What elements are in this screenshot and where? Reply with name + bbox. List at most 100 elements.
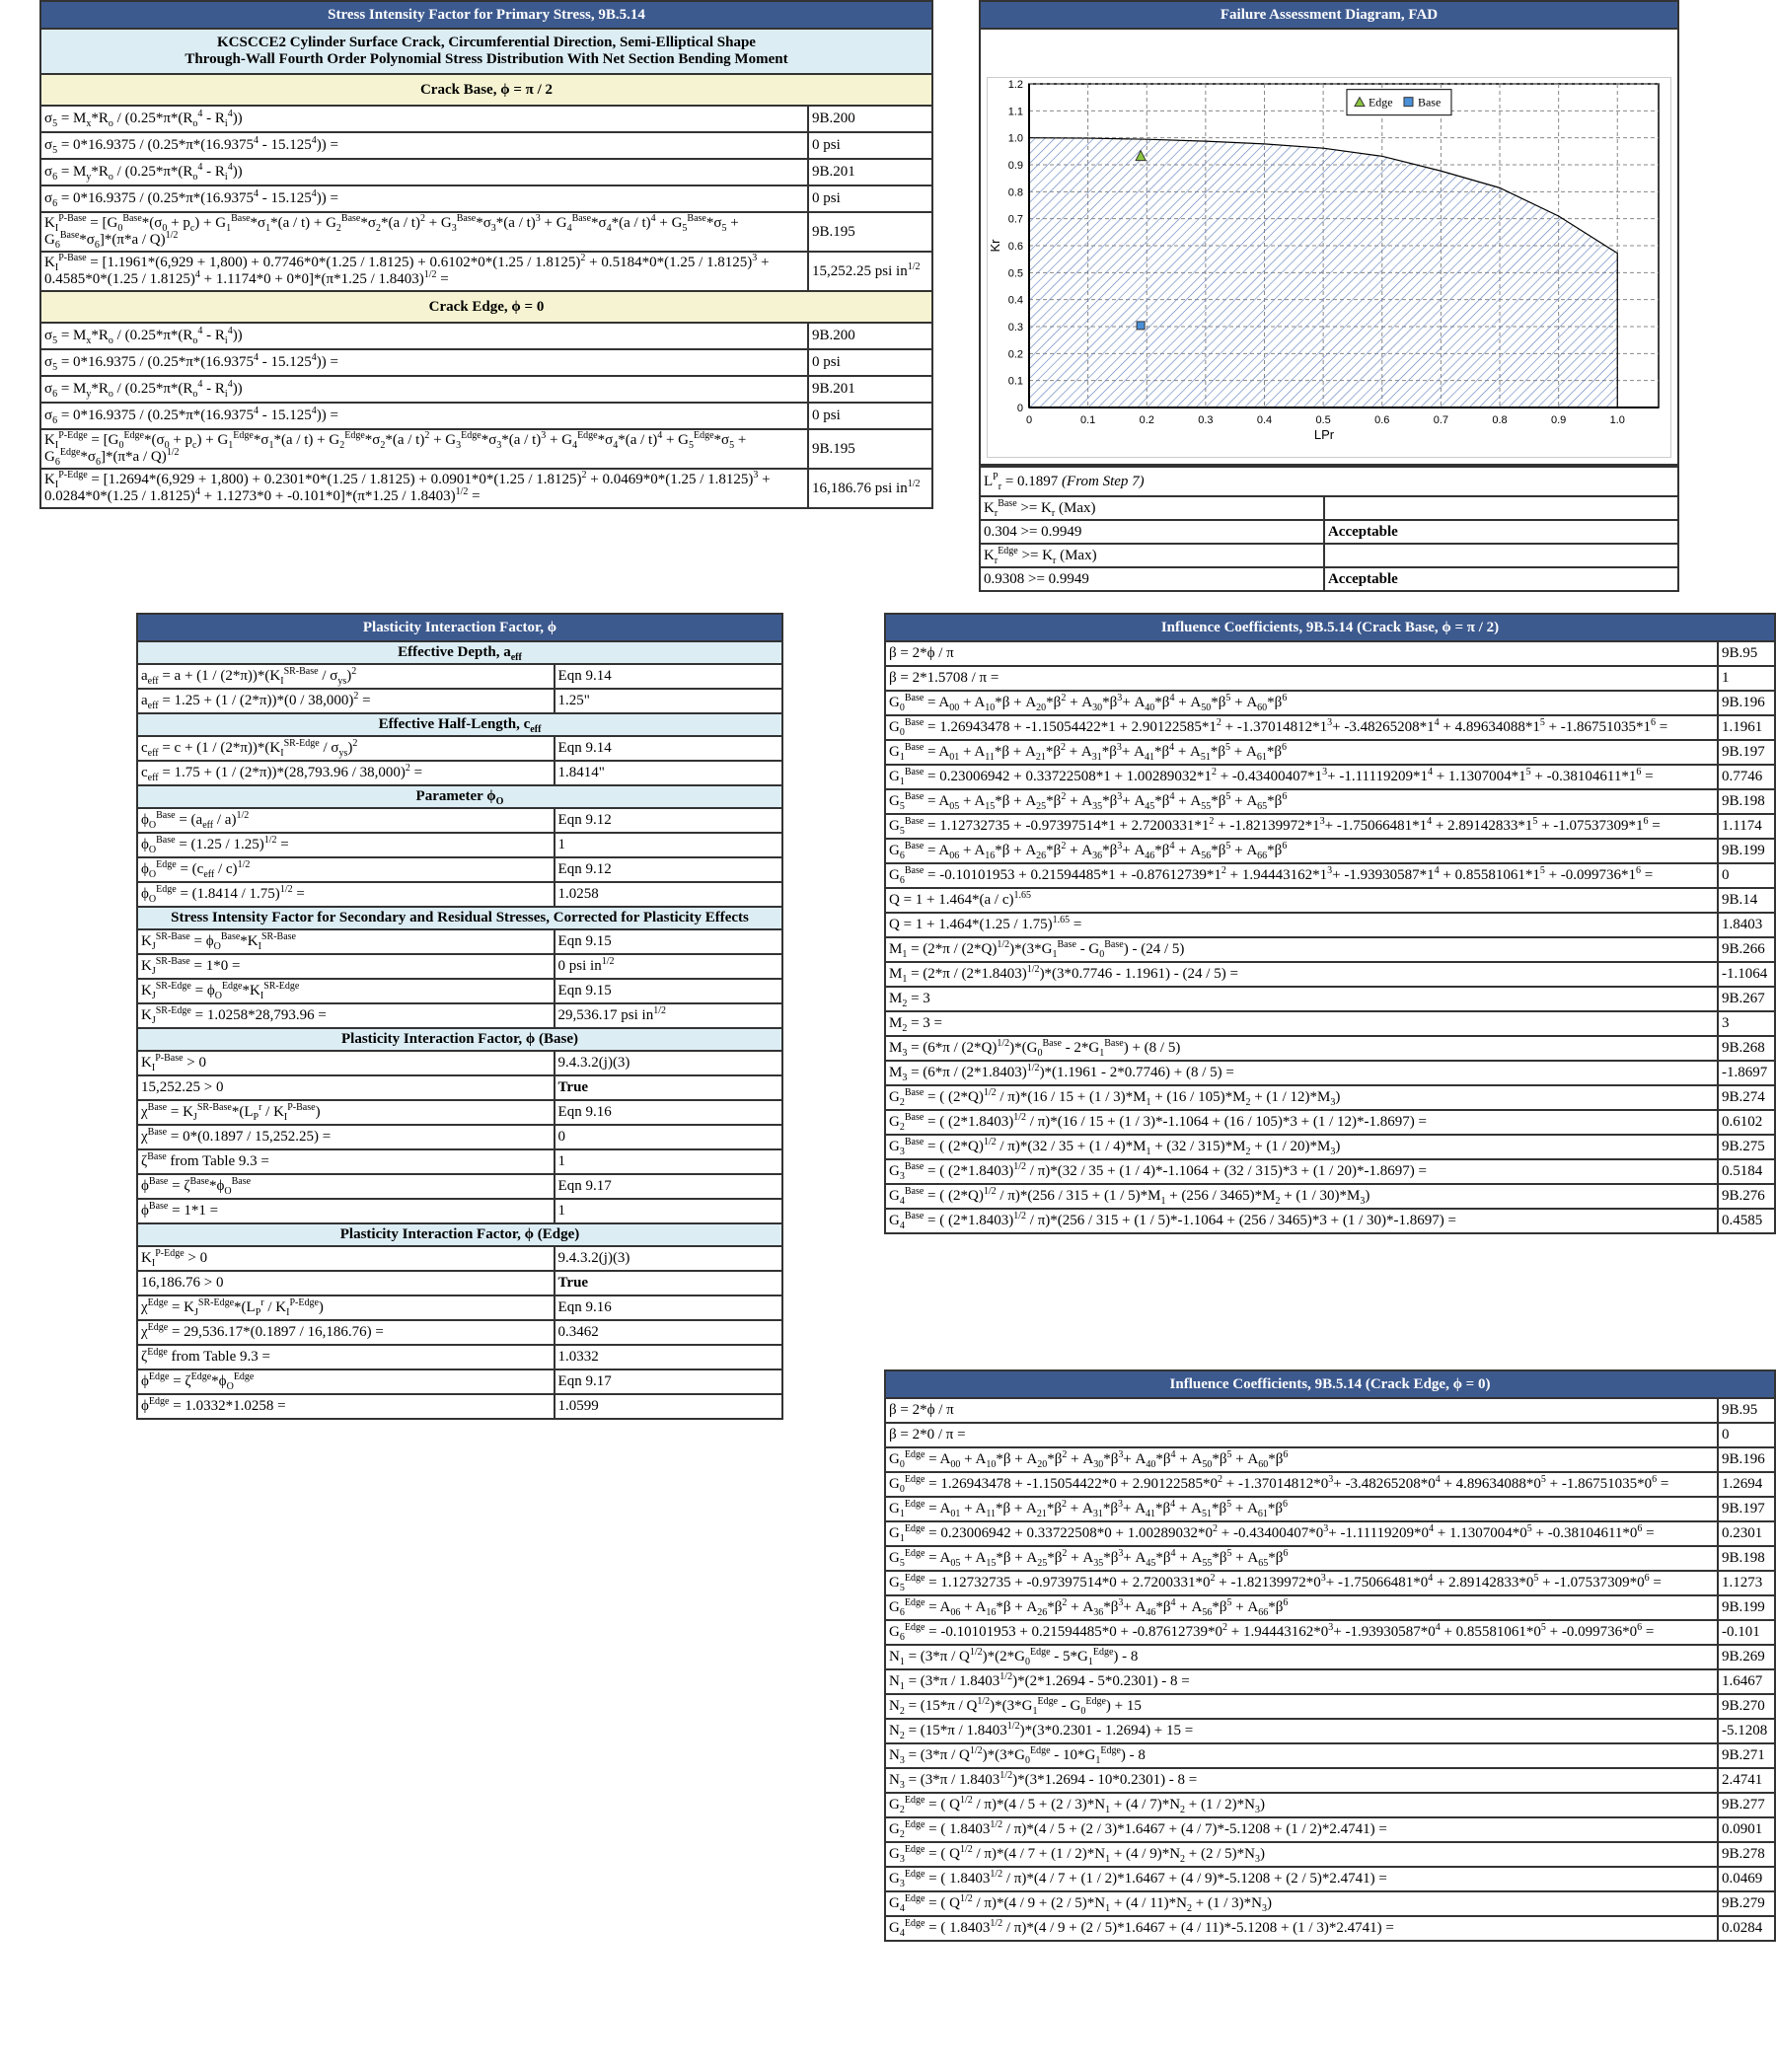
formula-cell: ϕOBase = (aeff / a)1/2 <box>136 807 555 834</box>
subtitle-line-1: KCSCCE2 Cylinder Surface Crack, Circumfe… <box>217 35 756 50</box>
table-row: G0Edge = A00 + A10*β + A20*β2 + A30*β3+ … <box>884 1446 1776 1473</box>
formula-cell: ϕOEdge = (1.8414 / 1.75)1/2 = <box>136 881 555 908</box>
formula-cell: G3Edge = ( 1.84031/2 / π)*(4 / 7 + (1 / … <box>884 1866 1719 1892</box>
table-row: ζEdge from Table 9.3 = 1.0332 <box>136 1344 784 1370</box>
section-heading: Parameter ϕO <box>136 784 783 809</box>
table-row: χBase = 0*(0.1897 / 15,252.25) = 0 <box>136 1124 784 1150</box>
table-row: ceff = 1.75 + (1 / (2*π))*(28,793.96 / 3… <box>136 760 784 786</box>
value-cell: 15,252.25 psi in1/2 <box>807 251 933 292</box>
formula-cell: ζBase from Table 9.3 = <box>136 1148 555 1175</box>
formula-cell: N2 = (15*π / Q1/2)*(3*G1Edge - G0Edge) +… <box>884 1693 1719 1720</box>
formula-cell: G0Base = A00 + A10*β + A20*β2 + A30*β3+ … <box>884 690 1719 716</box>
table-row: N1 = (3*π / Q1/2)*(2*G0Edge - 5*G1Edge) … <box>884 1644 1776 1670</box>
table-row: G5Base = A05 + A15*β + A25*β2 + A35*β3+ … <box>884 788 1776 815</box>
value-cell: Eqn 9.14 <box>553 663 784 690</box>
table-row: KJSR-Edge = 1.0258*28,793.96 = 29,536.17 … <box>136 1002 784 1029</box>
table-row: M2 = 3 9B.267 <box>884 986 1776 1012</box>
y-tick-label: 0.5 <box>1008 267 1023 279</box>
table-row: σ6 = 0*16.9375 / (0.25*π*(16.93754 - 15.… <box>38 185 933 213</box>
table-row: M1 = (2*π / (2*1.8403)1/2)*(3*0.7746 - 1… <box>884 961 1776 988</box>
formula-cell: ϕOBase = (1.25 / 1.25)1/2 = <box>136 832 555 858</box>
y-tick-label: 1.2 <box>1008 79 1023 91</box>
formula-cell: σ5 = 0*16.9375 / (0.25*π*(16.93754 - 15.… <box>38 348 810 377</box>
table-row: 0.304 >= 0.9949 Acceptable <box>979 519 1680 545</box>
value-cell: True <box>553 1270 784 1296</box>
value-cell: 29,536.17 psi in1/2 <box>553 1002 784 1029</box>
formula-cell: β = 2*ϕ / π <box>884 640 1719 667</box>
formula-cell: Q = 1 + 1.464*(a / c)1.65 <box>884 887 1719 914</box>
table-row: KIP-Base = [G0Base*(σ0 + pc) + G1Base*σ1… <box>38 211 933 253</box>
fad-panel: Failure Assessment Diagram, FAD 0 0.1 0.2 0… <box>979 0 1680 592</box>
value-cell <box>1322 543 1680 568</box>
table-row: G0Edge = 1.26943478 + -1.15054422*0 + 2.… <box>884 1471 1776 1498</box>
formula-cell: aeff = a + (1 / (2*π))*(KISR-Base / σys)… <box>136 663 555 690</box>
section-heading: Crack Edge, ϕ = 0 <box>39 290 933 324</box>
value-cell: 1.0599 <box>553 1393 784 1420</box>
value-cell: 9B.201 <box>807 375 933 404</box>
table-row: 15,252.25 > 0 True <box>136 1074 784 1101</box>
table-row: M3 = (6*π / (2*1.8403)1/2)*(1.1961 - 2*0… <box>884 1060 1776 1086</box>
formula-cell: KJSR-Edge = ϕOEdge*KISR-Edge <box>136 978 555 1004</box>
value-cell: 0 <box>553 1124 784 1150</box>
plasticity-table: Plasticity Interaction Factor, ϕ Effecti… <box>136 613 784 1420</box>
table-row: N1 = (3*π / 1.84031/2)*(2*1.2694 - 5*0.2… <box>884 1668 1776 1695</box>
table-row: G1Base = A01 + A11*β + A21*β2 + A31*β3+ … <box>884 739 1776 766</box>
table-row: N3 = (3*π / Q1/2)*(3*G0Edge - 10*G1Edge)… <box>884 1742 1776 1769</box>
formula-cell: G2Base = ( (2*Q)1/2 / π)*(16 / 15 + (1 /… <box>884 1084 1719 1111</box>
value-cell: 9B.195 <box>807 428 933 470</box>
value-cell: Eqn 9.17 <box>553 1173 784 1200</box>
formula-cell: G2Edge = ( Q1/2 / π)*(4 / 5 + (2 / 3)*N1… <box>884 1792 1719 1818</box>
value-cell: 9B.271 <box>1717 1742 1776 1769</box>
x-tick-label: 0.1 <box>1080 414 1095 426</box>
table-row: ϕOBase = (aeff / a)1/2 Eqn 9.12 <box>136 807 784 834</box>
formula-cell: G2Edge = ( 1.84031/2 / π)*(4 / 5 + (2 / … <box>884 1816 1719 1843</box>
table-row: KrBase >= Kr (Max) <box>979 495 1680 521</box>
value-cell <box>1322 495 1680 521</box>
formula-cell: 15,252.25 > 0 <box>136 1074 555 1101</box>
formula-cell: χEdge = 29,536.17*(0.1897 / 16,186.76) = <box>136 1319 555 1346</box>
formula-cell: G0Edge = A00 + A10*β + A20*β2 + A30*β3+ … <box>884 1446 1719 1473</box>
value-cell: 9B.199 <box>1717 1594 1776 1621</box>
value-cell: Eqn 9.14 <box>553 735 784 762</box>
section-heading-row: Effective Half-Length, ceff <box>136 712 783 737</box>
influence-base-table: Influence Coefficients, 9B.5.14 (Crack B… <box>884 613 1776 1234</box>
value-cell: 9B.197 <box>1717 739 1776 766</box>
y-tick-label: 1.1 <box>1008 106 1023 117</box>
formula-cell: G5Base = A05 + A15*β + A25*β2 + A35*β3+ … <box>884 788 1719 815</box>
value-cell: -1.8697 <box>1717 1060 1776 1086</box>
table-row: KIP-Base > 0 9.4.3.2(j)(3) <box>136 1050 784 1076</box>
plasticity-body: Plasticity Interaction Factor, ϕ Effecti… <box>136 613 784 1420</box>
formula-cell: 0.304 >= 0.9949 <box>979 519 1325 545</box>
table-row: M2 = 3 = 3 <box>884 1010 1776 1037</box>
formula-cell: aeff = 1.25 + (1 / (2*π))*(0 / 38,000)2 … <box>136 688 555 714</box>
value-cell: 0 <box>1717 1422 1776 1448</box>
value-cell: 9B.195 <box>807 211 933 253</box>
table-row: β = 2*0 / π = 0 <box>884 1422 1776 1448</box>
table-row: β = 2*1.5708 / π = 1 <box>884 665 1776 692</box>
value-cell: 9B.274 <box>1717 1084 1776 1111</box>
y-tick-label: 0.4 <box>1008 295 1023 307</box>
fad-chart-frame: 0 0.1 0.2 0.3 0.4 0.5 0.6 0.7 0.8 0.9 1.0 0 0.1 0.2 0.… <box>987 77 1671 458</box>
value-cell: Eqn 9.16 <box>553 1099 784 1126</box>
value-cell: 0.0284 <box>1717 1915 1776 1942</box>
x-axis-label: LPr <box>1314 427 1335 442</box>
value-cell: 9B.269 <box>1717 1644 1776 1670</box>
value-cell: 9B.196 <box>1717 690 1776 716</box>
value-cell: 1.0258 <box>553 881 784 908</box>
table-row: ϕEdge = 1.0332*1.0258 = 1.0599 <box>136 1393 784 1420</box>
lpr-note: (From Step 7) <box>1062 473 1145 489</box>
value-cell: 9B.197 <box>1717 1496 1776 1522</box>
table-row: G1Edge = 0.23006942 + 0.33722508*0 + 1.0… <box>884 1520 1776 1547</box>
formula-cell: N3 = (3*π / Q1/2)*(3*G0Edge - 10*G1Edge)… <box>884 1742 1719 1769</box>
table-row: G1Edge = A01 + A11*β + A21*β2 + A31*β3+ … <box>884 1496 1776 1522</box>
table-row: Q = 1 + 1.464*(1.25 / 1.75)1.65 = 1.8403 <box>884 912 1776 938</box>
formula-cell: ceff = c + (1 / (2*π))*(KISR-Edge / σys)… <box>136 735 555 762</box>
value-cell: 9B.196 <box>1717 1446 1776 1473</box>
table-row: ϕBase = ζBase*ϕOBase Eqn 9.17 <box>136 1173 784 1200</box>
table-row: G2Base = ( (2*1.8403)1/2 / π)*(16 / 15 +… <box>884 1109 1776 1136</box>
formula-cell: G1Base = 0.23006942 + 0.33722508*1 + 1.0… <box>884 764 1719 790</box>
table-title: Influence Coefficients, 9B.5.14 (Crack E… <box>884 1369 1776 1399</box>
table-row: G2Base = ( (2*Q)1/2 / π)*(16 / 15 + (1 /… <box>884 1084 1776 1111</box>
formula-cell: χBase = 0*(0.1897 / 15,252.25) = <box>136 1124 555 1150</box>
y-tick-label: 0.1 <box>1008 376 1023 388</box>
